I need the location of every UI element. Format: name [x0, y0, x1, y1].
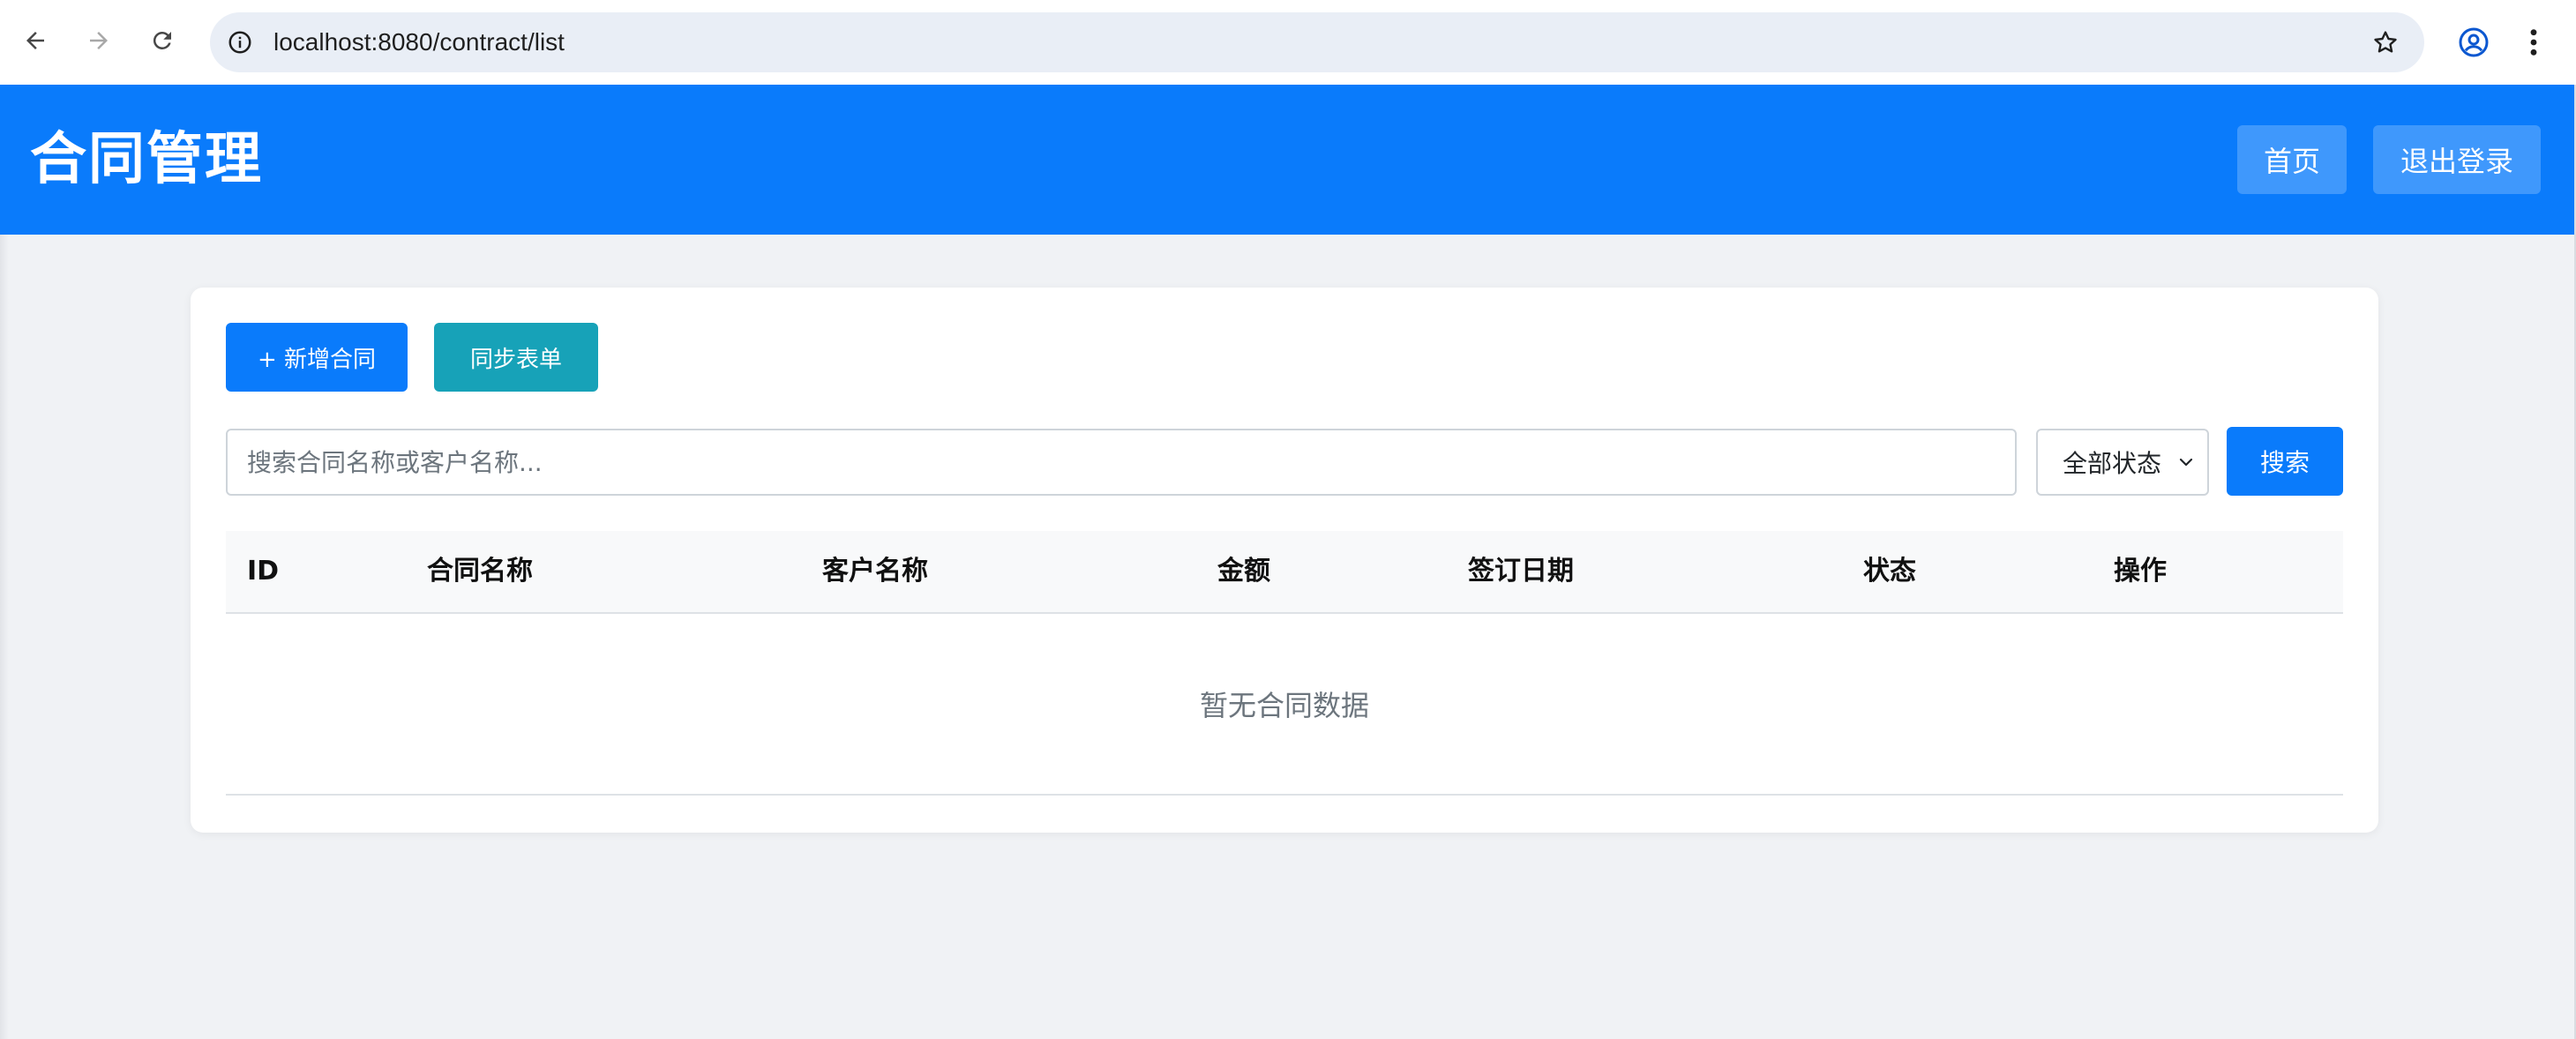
browser-menu-button[interactable] — [2516, 19, 2551, 65]
url-text[interactable]: localhost:8080/contract/list — [273, 12, 565, 72]
reload-button[interactable] — [138, 16, 187, 65]
forward-arrow-icon — [90, 32, 108, 49]
column-header-contract: 合同名称 — [427, 556, 533, 587]
column-header-id: ID — [247, 556, 280, 587]
site-info-button[interactable] — [222, 25, 258, 60]
status-select-value: 全部状态 — [2063, 449, 2162, 478]
column-header-actions: 操作 — [2114, 556, 2167, 587]
bookmark-star-icon — [2374, 31, 2397, 53]
sync-form-button[interactable]: 同步表单 — [434, 323, 598, 392]
profile-button[interactable] — [2451, 19, 2497, 65]
forward-button[interactable] — [74, 16, 124, 65]
bookmark-button[interactable] — [2366, 23, 2405, 62]
home-button[interactable]: 首页 — [2237, 125, 2347, 194]
browser-toolbar: localhost:8080/contract/list — [0, 0, 2576, 85]
column-header-sign-date: 签订日期 — [1468, 556, 1574, 587]
table-header: ID 合同名称 客户名称 金额 签订日期 状态 操作 — [226, 531, 2343, 614]
reload-icon — [153, 31, 171, 49]
profile-icon — [2459, 27, 2489, 57]
contract-list-card: + 新增合同 同步表单 全部状态 搜索 ID 合同名称 客户名称 金额 签订日期… — [191, 288, 2378, 833]
empty-table-message: 暂无合同数据 — [226, 614, 2343, 796]
address-bar[interactable]: localhost:8080/contract/list — [210, 12, 2424, 72]
more-vert-icon — [2530, 29, 2537, 56]
column-header-customer: 客户名称 — [822, 556, 928, 587]
search-button[interactable]: 搜索 — [2227, 427, 2343, 496]
column-header-status: 状态 — [1863, 556, 1916, 587]
chevron-down-icon — [2179, 458, 2193, 467]
logout-button[interactable]: 退出登录 — [2373, 125, 2541, 194]
page-edge-shadow — [0, 235, 9, 1039]
add-contract-button[interactable]: + 新增合同 — [226, 323, 408, 392]
site-info-icon — [228, 31, 251, 54]
search-input[interactable] — [226, 429, 2017, 496]
app-header: 合同管理 首页 退出登录 — [0, 85, 2576, 235]
column-header-amount: 金额 — [1217, 556, 1270, 587]
back-arrow-icon — [26, 32, 44, 49]
status-select[interactable]: 全部状态 — [2036, 429, 2209, 496]
back-button[interactable] — [11, 16, 60, 65]
page-title: 合同管理 — [30, 127, 263, 192]
